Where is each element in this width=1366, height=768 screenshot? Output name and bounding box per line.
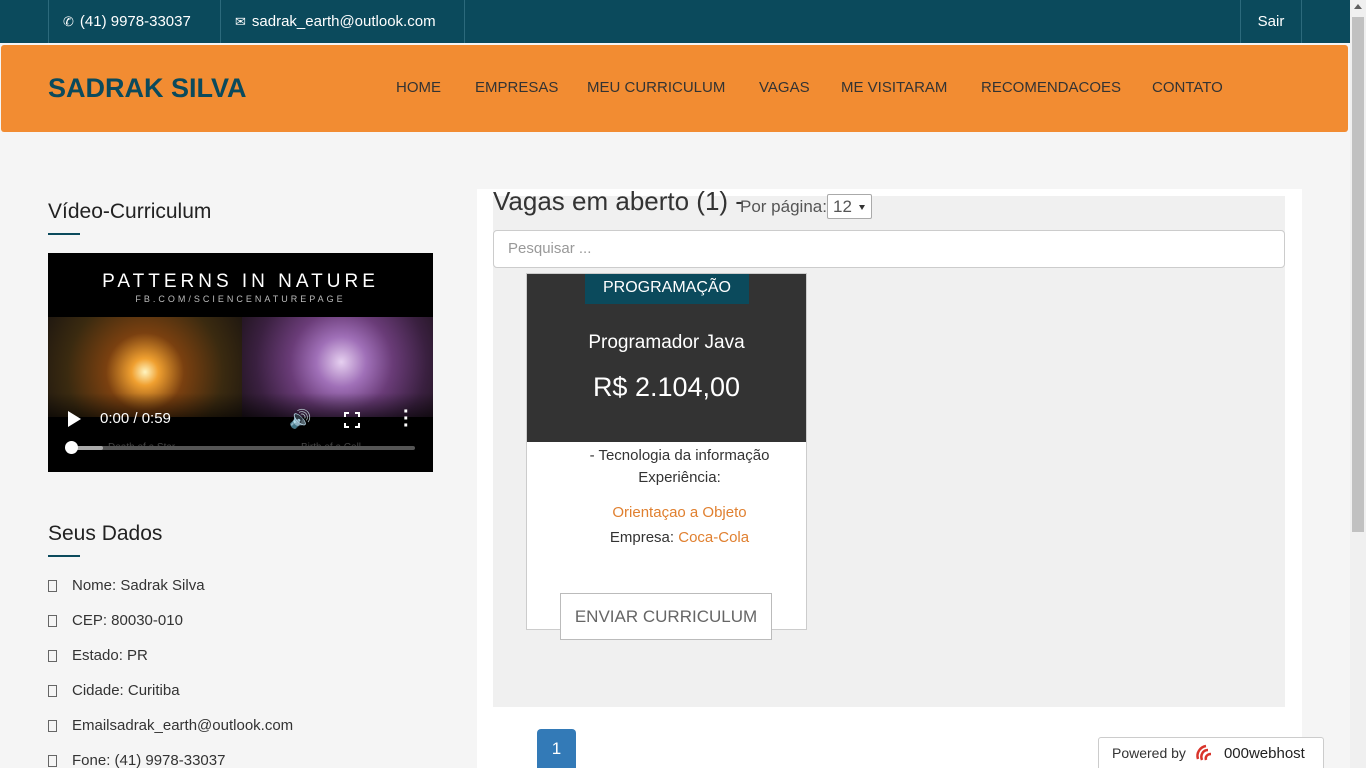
nav-me-visitaram[interactable]: ME VISITARAM: [841, 79, 947, 96]
bullet-icon: [48, 579, 57, 592]
navbar: SADRAK SILVA HOME EMPRESAS MEU CURRICULU…: [1, 45, 1348, 132]
data-title-underline: [48, 555, 80, 557]
per-page-label: Por página:: [740, 197, 827, 216]
phone-text: (41) 9978-33037: [79, 13, 191, 30]
email-text: sadrak_earth@outlook.com: [251, 13, 436, 30]
topbar-phone: ✆ (41) 9978-33037: [48, 0, 221, 43]
data-item-nome: Nome: Sadrak Silva: [48, 577, 205, 594]
job-experience-label: Experiência:: [638, 469, 721, 486]
video-frame-title: PATTERNS IN NATURE: [102, 271, 379, 292]
search-input[interactable]: Pesquisar ...: [493, 230, 1285, 268]
bullet-icon: [48, 719, 57, 732]
nav-recomendacoes[interactable]: RECOMENDACOES: [981, 79, 1121, 96]
data-item-cep: CEP: 80030-010: [48, 612, 183, 629]
nav-vagas[interactable]: VAGAS: [759, 79, 810, 96]
powered-brand: 000webhost: [1223, 744, 1305, 762]
bullet-icon: [48, 754, 57, 767]
data-item-email: Emailsadrak_earth@outlook.com: [48, 717, 293, 734]
video-seek-bar[interactable]: [71, 446, 415, 450]
more-options-icon[interactable]: · · ·: [403, 402, 410, 436]
play-icon[interactable]: [68, 411, 81, 427]
video-section-title: Vídeo-Curriculum: [48, 200, 212, 223]
bullet-icon: [48, 649, 57, 662]
logout-link[interactable]: Sair: [1240, 0, 1302, 43]
topbar: ✆ (41) 9978-33037 ✉ sadrak_earth@outlook…: [0, 0, 1350, 43]
video-frame-subtitle: FB.COM/SCIENCENATUREPAGE: [135, 294, 346, 304]
nav-contato[interactable]: CONTATO: [1152, 79, 1223, 96]
data-item-text: Cidade: Curitiba: [72, 682, 180, 699]
video-controls-overlay: [48, 393, 433, 472]
bullet-icon: [48, 614, 57, 627]
data-item-text: Nome: Sadrak Silva: [72, 577, 205, 594]
nav-home[interactable]: HOME: [396, 79, 441, 96]
job-area: - Tecnologia da informação: [589, 447, 770, 464]
pagination-page-1[interactable]: 1: [537, 729, 576, 768]
send-curriculum-button[interactable]: ENVIAR CURRICULUM: [560, 593, 772, 640]
nav-meu-curriculum[interactable]: MEU CURRICULUM: [587, 79, 725, 96]
webhost-logo-icon: [1196, 744, 1212, 761]
job-company-line: Empresa: Coca-Cola: [527, 529, 832, 546]
job-card: PROGRAMAÇÃO Programador Java R$ 2.104,00…: [526, 273, 807, 640]
per-page-value: 12: [833, 197, 852, 216]
brand-logo[interactable]: SADRAK SILVA: [48, 73, 247, 104]
job-title: Programador Java: [588, 332, 745, 353]
data-item-text: CEP: 80030-010: [72, 612, 183, 629]
bullet-icon: [48, 684, 57, 697]
job-skill-link[interactable]: Orientaçao a Objeto: [527, 504, 832, 521]
scrollbar-thumb[interactable]: [1352, 17, 1364, 532]
fullscreen-icon[interactable]: [344, 412, 360, 428]
video-seek-handle[interactable]: [65, 441, 78, 454]
video-title-underline: [48, 233, 80, 235]
page-scrollbar[interactable]: [1350, 0, 1366, 768]
topbar-email: ✉ sadrak_earth@outlook.com: [220, 0, 465, 43]
job-company-link[interactable]: Coca-Cola: [678, 529, 749, 546]
powered-label: Powered by: [1112, 745, 1186, 761]
video-player[interactable]: PATTERNS IN NATURE FB.COM/SCIENCENATUREP…: [48, 253, 433, 472]
volume-icon[interactable]: 🔊: [289, 409, 311, 430]
per-page-select[interactable]: 12: [827, 194, 872, 219]
nav-empresas[interactable]: EMPRESAS: [475, 79, 558, 96]
jobs-heading: Vagas em aberto (1) -: [493, 186, 744, 216]
job-salary: R$ 2.104,00: [592, 372, 741, 402]
job-category-badge[interactable]: PROGRAMAÇÃO: [585, 274, 749, 304]
video-time: 0:00 / 0:59: [100, 410, 171, 427]
envelope-icon: ✉: [235, 13, 246, 29]
data-section-title: Seus Dados: [48, 522, 163, 545]
data-item-text: Fone: (41) 9978-33037: [72, 752, 226, 768]
caret-down-icon: [859, 205, 865, 210]
data-item-estado: Estado: PR: [48, 647, 148, 664]
data-item-fone: Fone: (41) 9978-33037: [48, 752, 225, 768]
data-item-text: Emailsadrak_earth@outlook.com: [72, 717, 294, 734]
scroll-up-icon[interactable]: [1354, 4, 1362, 9]
powered-by-badge[interactable]: Powered by 000webhost: [1098, 737, 1324, 768]
data-item-text: Estado: PR: [72, 647, 148, 664]
phone-icon: ✆: [63, 13, 74, 29]
job-company-label: Empresa:: [609, 529, 675, 546]
data-item-cidade: Cidade: Curitiba: [48, 682, 180, 699]
